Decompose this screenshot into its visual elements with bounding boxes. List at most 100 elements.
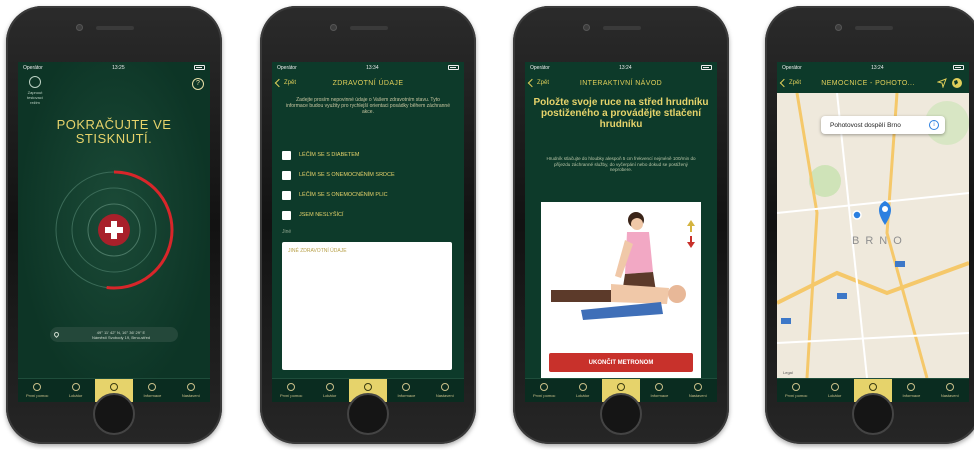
home-button[interactable] <box>93 393 135 435</box>
condition-label: LÉČÍM SE S DIABETEM <box>299 152 360 158</box>
status-bar: Operátor 13:34 <box>272 62 464 73</box>
back-label: Zpět <box>537 80 550 86</box>
textarea-placeholder: JINÉ ZDRAVOTNÍ ÚDAJE <box>288 248 347 254</box>
tab-first-aid[interactable]: První pomoc <box>777 379 815 402</box>
tab-settings[interactable]: Nastavení <box>931 379 969 402</box>
locator-icon <box>71 383 80 391</box>
carrier: Operátor <box>530 64 550 71</box>
tab-first-aid[interactable]: První pomoc <box>18 379 56 402</box>
tab-label: Informace <box>397 393 416 398</box>
road-number-badge <box>781 318 791 324</box>
back-button[interactable]: Zpět <box>779 78 801 88</box>
test-mode-button[interactable]: Zapnout testovací režim <box>22 76 48 105</box>
chevron-left-icon <box>527 78 537 88</box>
back-button[interactable]: Zpět <box>274 78 297 88</box>
tab-settings[interactable]: Nastavení <box>172 379 210 402</box>
help-button[interactable]: ? <box>192 78 204 90</box>
condition-checkbox[interactable]: LÉČÍM SE S ONEMOCNĚNÍM PLIC <box>282 185 454 205</box>
first-aid-icon <box>33 383 42 391</box>
tab-info[interactable]: Informace <box>892 379 930 402</box>
checkbox[interactable] <box>282 150 291 160</box>
checkbox[interactable] <box>282 170 291 180</box>
rescuer-jeans <box>581 302 663 320</box>
lock-icon <box>29 76 41 88</box>
condition-label: LÉČÍM SE S ONEMOCNĚNÍM PLIC <box>299 192 388 198</box>
location-pill: 49° 11' 42" N, 16° 36' 29" E Náměstí Svo… <box>50 327 178 342</box>
tab-locator[interactable]: Lokátor <box>310 379 348 402</box>
home-button[interactable] <box>347 393 389 435</box>
battery-icon <box>448 65 459 70</box>
settings-icon <box>186 383 195 391</box>
cross-icon-bar <box>105 227 123 233</box>
back-button[interactable]: Zpět <box>527 78 550 88</box>
first-aid-icon <box>287 383 296 391</box>
checkbox[interactable] <box>282 190 291 200</box>
screen-guide: Operátor 13:24 Zpět INTERAKTIVNÍ NÁVOD P… <box>525 62 717 402</box>
page-title: ZDRAVOTNÍ ÚDAJE <box>332 79 404 87</box>
battery-icon <box>701 65 712 70</box>
tab-label: Lokátor <box>68 393 83 398</box>
callout-title: Pohotovost dospělí Brno <box>830 121 901 129</box>
chevron-left-icon <box>274 78 284 88</box>
checkbox[interactable] <box>282 210 291 220</box>
rescuer-face <box>631 218 643 230</box>
arrow-up-stem <box>690 226 692 232</box>
legal-link[interactable]: Legal <box>783 370 793 375</box>
settings-icon <box>945 383 954 391</box>
page-title: NEMOCNICE - POHOTO... <box>821 79 915 87</box>
camera <box>835 24 842 31</box>
locator-icon <box>830 383 839 391</box>
back-label: Zpět <box>284 80 297 86</box>
tab-locator[interactable]: Lokátor <box>815 379 853 402</box>
hospital-pin-center <box>882 206 888 212</box>
road-number-badge <box>895 261 905 267</box>
condition-checkbox[interactable]: LÉČÍM SE S DIABETEM <box>282 145 454 165</box>
globe-icon[interactable] <box>951 77 963 89</box>
tab-first-aid[interactable]: První pomoc <box>272 379 310 402</box>
other-health-textarea[interactable]: JINÉ ZDRAVOTNÍ ÚDAJE <box>282 242 452 370</box>
tab-label: Nastavení <box>181 393 200 398</box>
tab-label: Lokátor <box>322 393 337 398</box>
tab-info[interactable]: Informace <box>387 379 425 402</box>
home-button[interactable] <box>600 393 642 435</box>
bell-icon <box>617 383 626 391</box>
locator-icon <box>325 383 334 391</box>
speaker <box>855 26 893 30</box>
status-bar: Operátor 13:25 <box>18 62 210 73</box>
navigation-arrow-icon[interactable] <box>937 78 947 88</box>
condition-checkbox[interactable]: JSEM NESLYŠÍCÍ <box>282 205 454 225</box>
tab-label: První pomoc <box>784 393 808 398</box>
carrier: Operátor <box>782 64 802 71</box>
tab-settings[interactable]: Nastavení <box>426 379 464 402</box>
stop-metronome-button[interactable]: UKONČIT METRONOM <box>549 353 693 372</box>
tab-info[interactable]: Informace <box>640 379 678 402</box>
info-icon <box>148 383 157 391</box>
screen-alarm: Operátor 13:25 Zapnout testovací režim ?… <box>18 62 210 402</box>
bell-icon <box>110 383 119 391</box>
status-bar: Operátor 13:24 <box>525 62 717 73</box>
victim-legs <box>551 290 621 302</box>
arrow-down-icon <box>687 242 695 248</box>
info-icon <box>655 383 664 391</box>
carrier: Operátor <box>23 64 43 71</box>
locator-icon <box>578 383 587 391</box>
alarm-dial[interactable] <box>54 170 174 290</box>
tab-label: První pomoc <box>532 393 556 398</box>
screen-health-data: Operátor 13:34 Zpět ZDRAVOTNÍ ÚDAJE Zade… <box>272 62 464 402</box>
tab-first-aid[interactable]: První pomoc <box>525 379 563 402</box>
tab-locator[interactable]: Lokátor <box>56 379 94 402</box>
test-mode-label: Zapnout testovací režim <box>26 90 43 105</box>
tab-settings[interactable]: Nastavení <box>679 379 717 402</box>
condition-checkbox[interactable]: LÉČÍM SE S ONEMOCNĚNÍM SRDCE <box>282 165 454 185</box>
tab-info[interactable]: Informace <box>133 379 171 402</box>
map-callout[interactable]: Pohotovost dospělí Brno i <box>821 116 945 134</box>
carrier: Operátor <box>277 64 297 71</box>
arrow-up-icon <box>687 220 695 226</box>
tab-label: Nastavení <box>688 393 707 398</box>
info-icon <box>402 383 411 391</box>
arrow-down-stem <box>690 236 692 242</box>
home-button[interactable] <box>852 393 894 435</box>
nav-bar: Zpět ZDRAVOTNÍ ÚDAJE <box>272 73 464 93</box>
tab-locator[interactable]: Lokátor <box>563 379 601 402</box>
info-icon[interactable]: i <box>929 120 939 130</box>
